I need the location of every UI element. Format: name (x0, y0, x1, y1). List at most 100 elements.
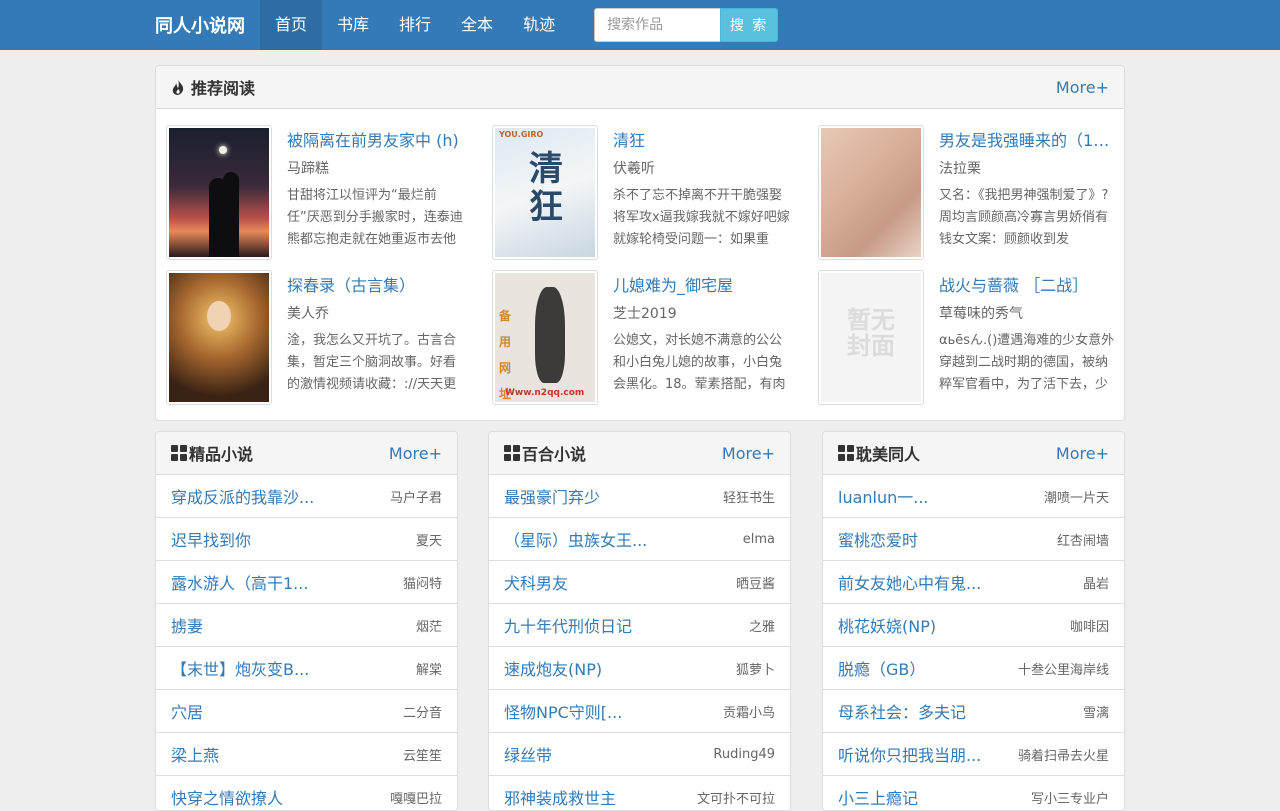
list-item-title[interactable]: 听说你只把我当朋... (838, 742, 981, 766)
list-item-author: elma (742, 531, 775, 547)
book-card: YOU.GIRO 清狂 清狂 伏羲听 杀不了忘不掉离不开干脆强娶将军攻x逼我嫁我… (482, 110, 792, 260)
list-panel-yuri: 百合小说 More+ 最强豪门弃少 轻狂书生 （星际）虫族女王... elma 犬科… (488, 431, 791, 811)
recommend-more-link[interactable]: More+ (1056, 78, 1109, 97)
list-more-link[interactable]: More+ (389, 444, 442, 463)
book-author: 草莓味的秀气 (939, 306, 1023, 322)
cover-tag-text: YOU.GIRO (499, 130, 544, 139)
list-item: 【末世】炮灰变B... 解棠 (156, 647, 457, 690)
book-cover[interactable]: 暂无封面 (818, 270, 924, 405)
list-item-author: 猫闷特 (402, 576, 442, 592)
nav-library[interactable]: 书库 (322, 0, 384, 50)
list-item: 露水游人（高干1... 猫闷特 (156, 561, 457, 604)
book-title-link[interactable]: 战火与蔷薇 ［二战］ (939, 272, 1124, 296)
book-card: 探春录（古言集） 美人乔 淦，我怎么又开坑了。古言合集，暂定三个脑洞故事。好看的… (156, 255, 466, 405)
list-item-title[interactable]: 母系社会：多夫记 (838, 699, 966, 723)
list-item: 犬科男友 晒豆酱 (489, 561, 790, 604)
list-item-title[interactable]: 梁上燕 (171, 742, 219, 766)
no-cover-text: 暂无封面 (847, 306, 895, 360)
list-item: 桃花妖娆(NP) 咖啡因 (823, 604, 1124, 647)
book-description: 杀不了忘不掉离不开干脆强娶将军攻x逼我嫁我就不嫁好吧嫁就嫁轮椅受问题一：如果重 (613, 188, 790, 247)
list-item-title[interactable]: 最强豪门弃少 (504, 484, 600, 508)
list-panel-premium: 精品小说 More+ 穿成反派的我靠沙... 马户子君 迟早找到你 夏天 露水游人（… (155, 431, 458, 811)
list-item-author: 写小三专业户 (1030, 791, 1109, 807)
list-item: 梁上燕 云笙笙 (156, 733, 457, 776)
list-item-title[interactable]: 脱瘾（GB） (838, 656, 925, 680)
list-item-author: Ruding49 (713, 746, 775, 762)
book-card: 备用网址 Www.n2qq.com 儿媳难为_御宅屋 芝士2019 公媳文，对长… (482, 255, 792, 405)
list-item-title[interactable]: 桃花妖娆(NP) (838, 613, 936, 637)
list-item-author: 贡霜小鸟 (722, 705, 775, 721)
recommend-panel: 推荐阅读 More+ 被隔离在前男友家中 (h) 马蹄糕 甘甜将江以恒评为“最烂… (155, 65, 1125, 421)
list-item-author: 狐萝卜 (735, 662, 775, 678)
cover-image: YOU.GIRO 清狂 (495, 128, 595, 257)
search-button[interactable]: 搜 索 (720, 8, 779, 42)
list-item-title[interactable]: 快穿之情欲撩人 (171, 785, 283, 809)
list-item-title[interactable]: 犬科男友 (504, 570, 568, 594)
list-item-author: 解棠 (415, 662, 442, 678)
book-cover[interactable] (818, 125, 924, 260)
book-title-link[interactable]: 清狂 (613, 127, 803, 151)
book-title-link[interactable]: 探春录（古言集） (287, 272, 477, 296)
list-item-author: 雪漓 (1082, 705, 1109, 721)
nav-home[interactable]: 首页 (260, 0, 323, 50)
book-cover[interactable]: YOU.GIRO 清狂 (492, 125, 598, 260)
list-heading: 耽美同人 More+ (823, 432, 1124, 475)
list-item-author: 马户子君 (389, 490, 442, 506)
search-form: 搜 索 (594, 8, 779, 42)
list-item-author: 潮喷一片天 (1043, 490, 1109, 506)
book-title-link[interactable]: 男友是我强睡来的（1v1） (939, 127, 1111, 151)
list-item-title[interactable]: 迟早找到你 (171, 527, 251, 551)
list-item-title[interactable]: 露水游人（高干1... (171, 570, 308, 594)
list-item-title[interactable]: 绿丝带 (504, 742, 552, 766)
list-item-title[interactable]: 小三上瘾记 (838, 785, 918, 809)
book-cover[interactable] (166, 125, 272, 260)
list-more-link[interactable]: More+ (1056, 444, 1109, 463)
list-item: 母系社会：多夫记 雪漓 (823, 690, 1124, 733)
cover-title-text: 清狂 (529, 149, 563, 227)
cover-image (169, 273, 269, 402)
book-author: 法拉栗 (939, 161, 981, 177)
book-author: 伏羲听 (613, 161, 655, 177)
site-brand-link[interactable]: 同人小说网 (155, 12, 245, 38)
book-cover[interactable] (166, 270, 272, 405)
book-cover[interactable]: 备用网址 Www.n2qq.com (492, 270, 598, 405)
list-panel-danmei: 耽美同人 More+ luanlun一... 潮喷一片天 蜜桃恋爱时 红杏闹墙 前女… (822, 431, 1125, 811)
list-item-author: 之雅 (748, 619, 775, 635)
nav-ranking[interactable]: 排行 (384, 0, 446, 50)
book-author: 马蹄糕 (287, 161, 329, 177)
book-title-link[interactable]: 被隔离在前男友家中 (h) (287, 127, 477, 151)
cover-url-text: Www.n2qq.com (505, 388, 585, 398)
list-item-author: 红杏闹墙 (1056, 533, 1109, 549)
list-item-title[interactable]: luanlun一... (838, 484, 929, 508)
list-item-title[interactable]: 速成炮友(NP) (504, 656, 602, 680)
list-item-title[interactable]: 九十年代刑侦日记 (504, 613, 632, 637)
cover-image: 备用网址 Www.n2qq.com (495, 273, 595, 402)
list-item: 最强豪门弃少 轻狂书生 (489, 475, 790, 518)
list-more-link[interactable]: More+ (722, 444, 775, 463)
list-items: 最强豪门弃少 轻狂书生 （星际）虫族女王... elma 犬科男友 晒豆酱 九十年代刑… (489, 475, 790, 810)
list-item-author: 晒豆酱 (735, 576, 775, 592)
list-title-text: 百合小说 (522, 445, 587, 464)
list-item: luanlun一... 潮喷一片天 (823, 475, 1124, 518)
list-item-title[interactable]: 前女友她心中有鬼... (838, 570, 981, 594)
list-item-title[interactable]: 穴居 (171, 699, 203, 723)
nav-history[interactable]: 轨迹 (508, 0, 570, 50)
book-description: αьēsん.()遭遇海难的少女意外穿越到二战时期的德国，被纳粹军官看中，为了活下… (939, 333, 1115, 392)
list-items: 穿成反派的我靠沙... 马户子君 迟早找到你 夏天 露水游人（高干1... 猫闷特 掳… (156, 475, 457, 810)
list-item-title[interactable]: （星际）虫族女王... (504, 527, 647, 551)
cover-image (169, 128, 269, 257)
fire-icon (172, 79, 184, 95)
list-item-title[interactable]: 邪神装成救世主 (504, 785, 616, 809)
list-title-text: 耽美同人 (856, 445, 921, 464)
nav-completed[interactable]: 全本 (446, 0, 508, 50)
list-item-title[interactable]: 蜜桃恋爱时 (838, 527, 918, 551)
search-input[interactable] (594, 8, 721, 42)
book-title-link[interactable]: 儿媳难为_御宅屋 (613, 272, 803, 296)
list-item-title[interactable]: 穿成反派的我靠沙... (171, 484, 314, 508)
list-item-title[interactable]: 怪物NPC守则[... (504, 699, 622, 723)
list-item: （星际）虫族女王... elma (489, 518, 790, 561)
list-item-title[interactable]: 【末世】炮灰变B... (171, 656, 309, 680)
list-item-title[interactable]: 掳妻 (171, 613, 203, 637)
book-author: 美人乔 (287, 306, 329, 322)
list-item-author: 烟茫 (415, 619, 442, 635)
